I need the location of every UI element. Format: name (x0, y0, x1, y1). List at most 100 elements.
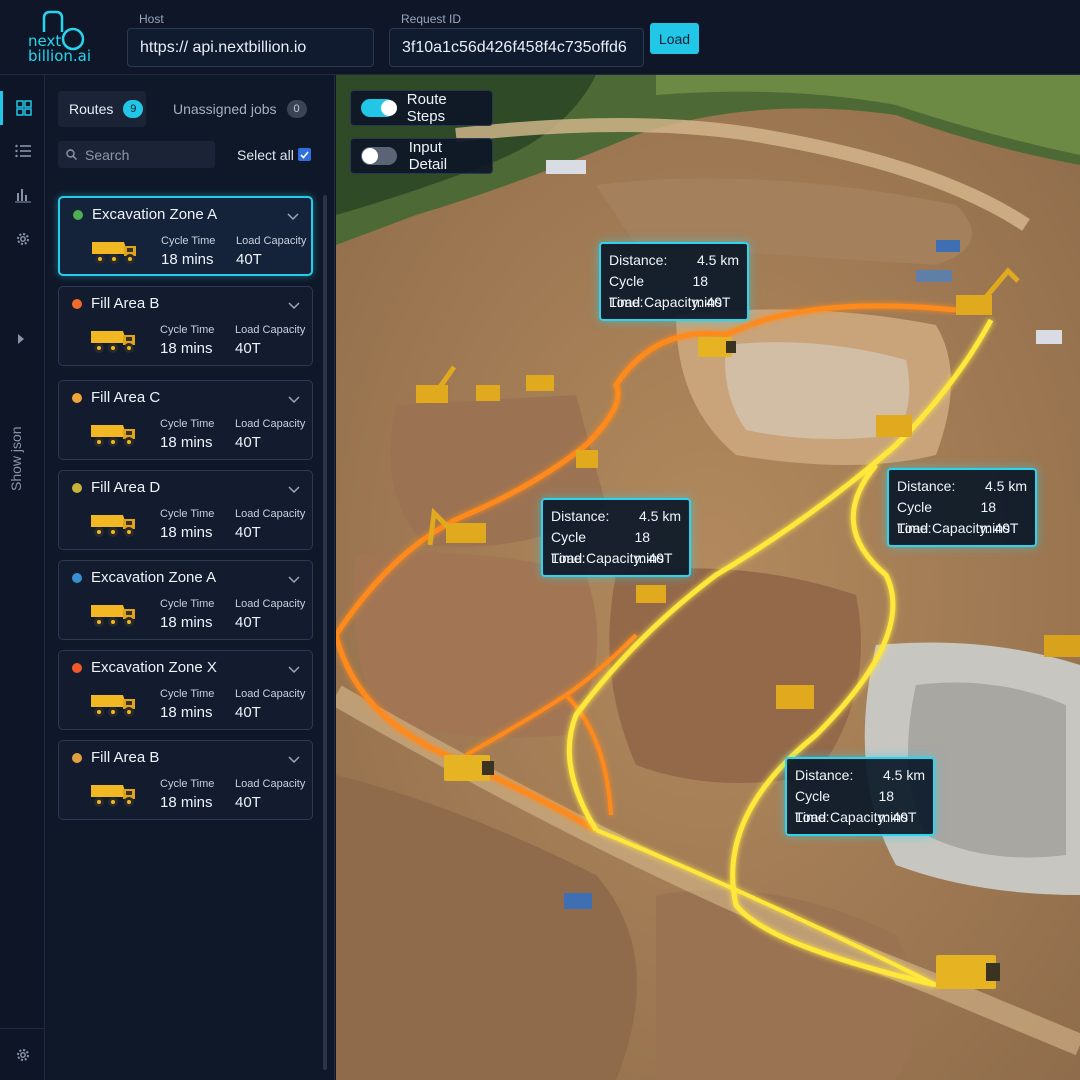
mine-site-aerial-image (336, 75, 1080, 1080)
route-card[interactable]: Fill Area B Cycle Time 18 mins Load Capacit… (58, 286, 313, 366)
chevron-down-icon[interactable] (288, 297, 300, 315)
expand-arrow-icon[interactable] (17, 331, 25, 349)
host-input[interactable]: https:// api.nextbillion.io (127, 28, 374, 67)
cycle-time-label: Cycle Time (160, 418, 215, 430)
dump-truck-icon (90, 236, 140, 271)
load-capacity-value: 40T (235, 794, 261, 811)
route-name: Excavation Zone A (92, 206, 218, 223)
route-card[interactable]: Fill Area C Cycle Time 18 mins Load Capacit… (58, 380, 313, 460)
load-capacity-value: 40T (235, 704, 261, 721)
chevron-down-icon[interactable] (288, 751, 300, 769)
cycle-time-label: Cycle Time (160, 778, 215, 790)
select-all-checkbox[interactable] (298, 148, 311, 161)
route-color-dot (72, 663, 82, 673)
route-card[interactable]: Excavation Zone A Cycle Time 18 mins Load C… (58, 196, 313, 276)
chevron-down-icon[interactable] (288, 571, 300, 589)
panel-scrollbar[interactable] (323, 195, 327, 1070)
cycle-time-value: 18 mins (161, 251, 214, 268)
brand-wordmark: next billion.ai (28, 32, 92, 65)
load-capacity-label: Load Capacity (235, 688, 306, 700)
bar-chart-icon (14, 189, 31, 203)
rail-bottom-settings-button[interactable] (0, 1028, 45, 1080)
request-id-input[interactable]: 3f10a1c56d426f458f4c735offd6 (389, 28, 644, 67)
route-tooltip: Distance: 4.5 km Cycle Time: 18 mins Load … (541, 498, 691, 577)
tab-unassigned-jobs[interactable]: Unassigned jobs 0 (173, 91, 307, 127)
route-steps-toggle[interactable] (361, 99, 397, 117)
search-input[interactable] (85, 146, 205, 163)
route-card[interactable]: Excavation Zone X Cycle Time 18 mins Load C… (58, 650, 313, 730)
show-json-label: Show json (8, 426, 24, 491)
route-color-dot (72, 299, 82, 309)
map-view[interactable]: Route Steps Input Detail Distance: 4.5 km… (336, 75, 1080, 1080)
cycle-time-label: Cycle Time (161, 235, 216, 247)
route-tooltip: Distance: 4.5 km Cycle Time: 18 mins Load … (785, 757, 935, 836)
route-tooltip: Distance: 4.5 km Cycle Time: 18 mins Load … (887, 468, 1037, 547)
route-color-dot (72, 573, 82, 583)
route-card[interactable]: Fill Area D Cycle Time 18 mins Load Capacit… (58, 470, 313, 550)
route-color-dot (72, 753, 82, 763)
chevron-down-icon[interactable] (288, 481, 300, 499)
chevron-down-icon[interactable] (288, 661, 300, 679)
dump-truck-icon (89, 325, 139, 360)
load-capacity-label: Load Capacity (236, 235, 307, 247)
brand-logo[interactable]: next billion.ai (22, 10, 92, 66)
route-card[interactable]: Fill Area B Cycle Time 18 mins Load Capacit… (58, 740, 313, 820)
host-label: Host (139, 12, 164, 26)
app-root: next billion.ai Host https:// api.nextbi… (0, 0, 1080, 1080)
load-capacity-value: 40T (235, 340, 261, 357)
cycle-time-label: Cycle Time (160, 598, 215, 610)
load-capacity-value: 40T (235, 614, 261, 631)
cycle-time-label: Cycle Time (160, 324, 215, 336)
chevron-down-icon[interactable] (287, 208, 299, 226)
unassigned-count-badge: 0 (286, 100, 307, 118)
load-button[interactable]: Load (650, 23, 699, 54)
dump-truck-icon (89, 419, 139, 454)
host-field: Host https:// api.nextbillion.io (127, 12, 374, 67)
input-detail-label: Input Detail (408, 139, 448, 173)
dump-truck-icon (89, 599, 139, 634)
checkmark-icon (300, 150, 309, 159)
input-detail-toggle-box[interactable]: Input Detail (350, 138, 493, 174)
route-color-dot (72, 393, 82, 403)
load-capacity-label: Load Capacity (235, 778, 306, 790)
route-name: Fill Area C (91, 389, 161, 406)
load-capacity-value: 40T (235, 524, 261, 541)
cycle-time-value: 18 mins (160, 340, 213, 357)
rail-chart-button[interactable] (0, 178, 45, 212)
list-icon (14, 144, 31, 158)
route-name: Fill Area B (91, 749, 160, 766)
tab-routes-label: Routes (69, 101, 114, 117)
cycle-time-value: 18 mins (160, 434, 213, 451)
route-steps-label: Route Steps (406, 91, 447, 125)
cycle-time-label: Cycle Time (160, 688, 215, 700)
route-steps-toggle-box[interactable]: Route Steps (350, 90, 493, 126)
load-capacity-label: Load Capacity (235, 508, 306, 520)
route-name: Excavation Zone X (91, 659, 217, 676)
route-name: Fill Area B (91, 295, 160, 312)
tab-unassigned-label: Unassigned jobs (173, 101, 277, 117)
rail-list-button[interactable] (0, 134, 45, 168)
tab-routes[interactable]: Routes 9 (58, 91, 146, 127)
route-color-dot (73, 210, 83, 220)
load-capacity-label: Load Capacity (235, 598, 306, 610)
gear-icon (16, 1048, 29, 1061)
rail-grid-button[interactable] (0, 91, 45, 125)
cycle-time-value: 18 mins (160, 614, 213, 631)
chevron-down-icon[interactable] (288, 391, 300, 409)
show-json-toggle[interactable]: Show json (8, 403, 32, 493)
input-detail-toggle[interactable] (361, 147, 397, 165)
cycle-time-value: 18 mins (160, 794, 213, 811)
dump-truck-icon (89, 509, 139, 544)
load-capacity-label: Load Capacity (235, 418, 306, 430)
cycle-time-value: 18 mins (160, 524, 213, 541)
route-card[interactable]: Excavation Zone A Cycle Time 18 mins Load C… (58, 560, 313, 640)
routes-count-badge: 9 (123, 100, 144, 118)
routes-panel: Routes 9 Unassigned jobs 0 Select all Ex… (45, 75, 335, 1080)
dump-truck-icon (89, 779, 139, 814)
route-color-dot (72, 483, 82, 493)
route-name: Fill Area D (91, 479, 161, 496)
load-capacity-label: Load Capacity (235, 324, 306, 336)
rail-settings-button[interactable] (0, 222, 45, 256)
cycle-time-label: Cycle Time (160, 508, 215, 520)
gear-icon (16, 233, 29, 245)
